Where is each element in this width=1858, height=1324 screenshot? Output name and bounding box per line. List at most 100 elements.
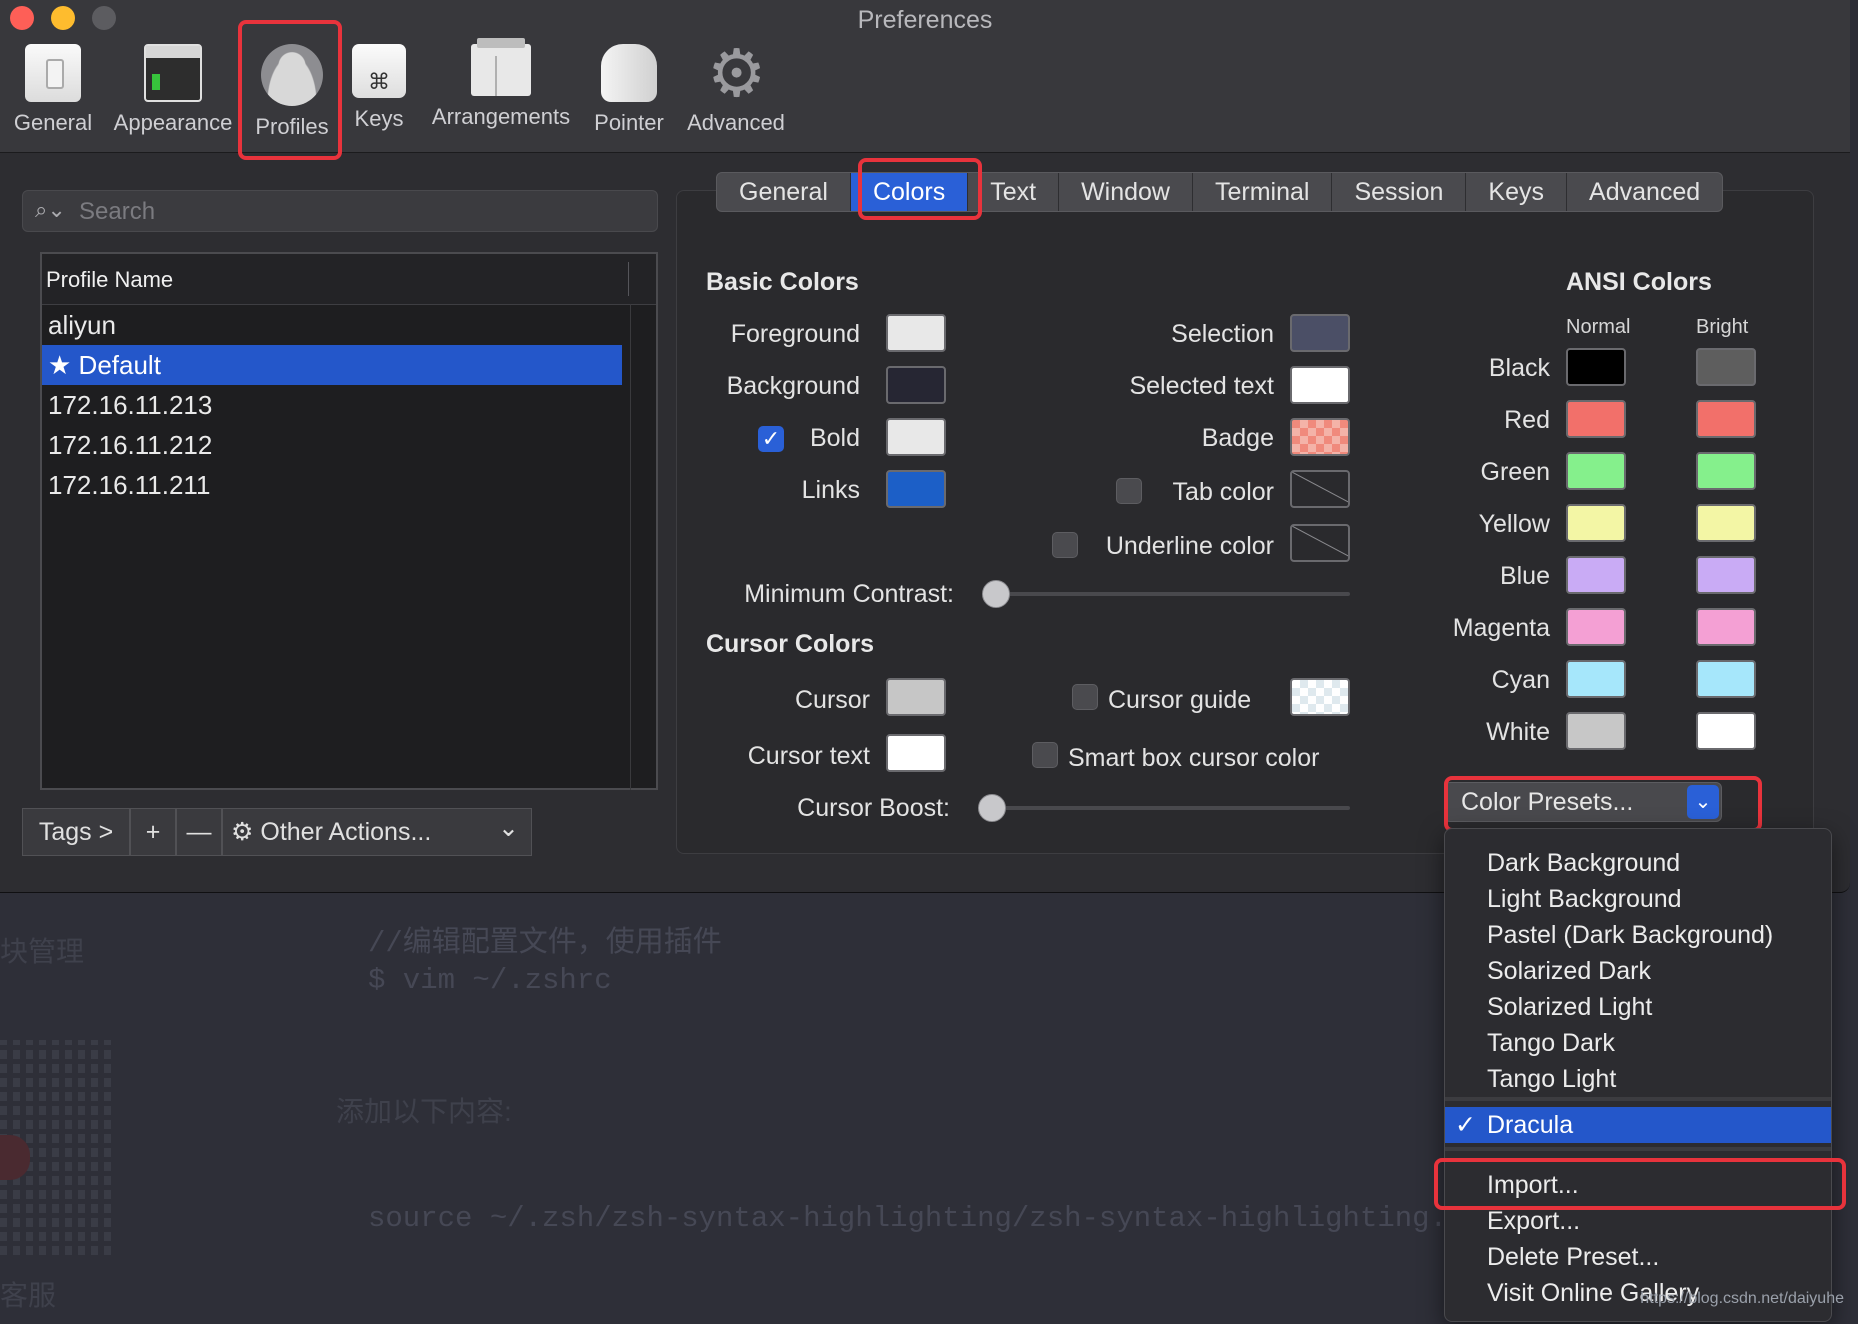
gear-icon: ⚙	[231, 818, 254, 846]
smart-box-cursor-label: Smart box cursor color	[1068, 744, 1320, 772]
toolbar-general[interactable]: General	[10, 44, 96, 136]
background-side-text: 块管理	[0, 936, 85, 967]
cursor-colors-heading: Cursor Colors	[706, 630, 875, 658]
ansi-blue-normal-swatch[interactable]	[1566, 556, 1626, 594]
foreground-color-swatch[interactable]	[886, 314, 946, 352]
links-color-swatch[interactable]	[886, 470, 946, 508]
ansi-magenta-normal-swatch[interactable]	[1566, 608, 1626, 646]
profile-row-212[interactable]: 172.16.11.212	[42, 425, 622, 465]
profile-row-211[interactable]: 172.16.11.211	[42, 465, 622, 505]
profile-row-default[interactable]: ★ Default	[42, 345, 622, 385]
underline-color-label: Underline color	[1105, 532, 1274, 560]
menu-item-solarized-light[interactable]: Solarized Light	[1445, 989, 1831, 1025]
cursor-color-swatch[interactable]	[886, 678, 946, 716]
star-icon: ★	[48, 350, 72, 380]
menu-item-solarized-dark[interactable]: Solarized Dark	[1445, 953, 1831, 989]
profile-name-column: Profile Name	[46, 267, 174, 292]
command-key-icon: ⌘	[352, 44, 406, 98]
ansi-magenta-bright-swatch[interactable]	[1696, 608, 1756, 646]
tab-advanced[interactable]: Advanced	[1567, 173, 1722, 211]
ansi-red-normal-swatch[interactable]	[1566, 400, 1626, 438]
toolbar-advanced[interactable]: ⚙ Advanced	[682, 36, 790, 136]
menu-item-dark-background[interactable]: Dark Background	[1445, 845, 1831, 881]
background-side-text-bottom: 客服	[0, 1280, 57, 1311]
profile-list-header[interactable]: Profile Name	[42, 254, 656, 305]
ansi-green-bright-swatch[interactable]	[1696, 452, 1756, 490]
appearance-terminal-icon	[144, 44, 202, 102]
cursor-boost-slider-knob[interactable]	[978, 794, 1006, 822]
add-profile-button[interactable]: +	[130, 808, 176, 856]
ansi-red-bright-swatch[interactable]	[1696, 400, 1756, 438]
color-presets-menu: Dark Background Light Background Pastel …	[1444, 828, 1832, 1322]
tab-terminal[interactable]: Terminal	[1193, 173, 1333, 211]
selection-color-swatch[interactable]	[1290, 314, 1350, 352]
import-highlight-box	[1434, 1158, 1846, 1210]
tab-keys[interactable]: Keys	[1466, 173, 1568, 211]
ansi-yellow-label: Yellow	[1478, 510, 1550, 538]
ansi-yellow-normal-swatch[interactable]	[1566, 504, 1626, 542]
selected-text-label: Selected text	[1129, 372, 1274, 400]
ansi-black-normal-swatch[interactable]	[1566, 348, 1626, 386]
other-actions-button[interactable]: ⚙ Other Actions... ⌄	[222, 808, 532, 856]
gear-icon: ⚙	[707, 36, 767, 110]
chevron-down-icon: ⌄	[498, 814, 519, 842]
ansi-bright-header: Bright	[1696, 316, 1749, 338]
menu-item-pastel-dark-background[interactable]: Pastel (Dark Background)	[1445, 917, 1831, 953]
toolbar-arrangements-label: Arrangements	[431, 104, 571, 129]
badge-label: Badge	[1201, 424, 1274, 452]
bold-color-swatch[interactable]	[886, 418, 946, 456]
cursor-guide-color-swatch[interactable]	[1290, 678, 1350, 716]
background-color-swatch[interactable]	[886, 366, 946, 404]
tab-general[interactable]: General	[717, 173, 851, 211]
ansi-blue-bright-swatch[interactable]	[1696, 556, 1756, 594]
selection-label: Selection	[1171, 320, 1274, 348]
cursor-text-color-swatch[interactable]	[886, 734, 946, 772]
profile-row-aliyun[interactable]: aliyun	[42, 305, 622, 345]
minimum-contrast-slider-knob[interactable]	[982, 580, 1010, 608]
cursor-boost-label: Cursor Boost:	[797, 794, 950, 822]
menu-item-dracula[interactable]: ✓ Dracula	[1445, 1107, 1831, 1143]
preferences-window: Preferences General Appearance Profiles …	[0, 0, 1850, 893]
menu-item-light-background[interactable]: Light Background	[1445, 881, 1831, 917]
menu-separator	[1445, 1147, 1831, 1151]
profile-list: Profile Name aliyun ★ Default 172.16.11.…	[40, 252, 658, 790]
ansi-black-bright-swatch[interactable]	[1696, 348, 1756, 386]
menu-item-dracula-label: Dracula	[1487, 1111, 1574, 1139]
ansi-cyan-bright-swatch[interactable]	[1696, 660, 1756, 698]
remove-profile-button[interactable]: —	[176, 808, 222, 856]
profile-row-213[interactable]: 172.16.11.213	[42, 385, 622, 425]
underline-color-swatch[interactable]	[1290, 524, 1350, 562]
tags-button[interactable]: Tags >	[22, 808, 130, 856]
tab-color-swatch[interactable]	[1290, 470, 1350, 508]
tab-window[interactable]: Window	[1059, 173, 1193, 211]
menu-item-tango-dark[interactable]: Tango Dark	[1445, 1025, 1831, 1061]
ansi-green-normal-swatch[interactable]	[1566, 452, 1626, 490]
menu-item-tango-light[interactable]: Tango Light	[1445, 1061, 1831, 1097]
cursor-boost-slider[interactable]	[978, 794, 1350, 822]
tab-session[interactable]: Session	[1332, 173, 1467, 211]
menu-item-delete-preset[interactable]: Delete Preset...	[1445, 1239, 1831, 1275]
ansi-normal-header: Normal	[1566, 316, 1631, 338]
search-input[interactable]	[77, 195, 641, 229]
toolbar-advanced-label: Advanced	[687, 110, 785, 135]
ansi-black-label: Black	[1488, 354, 1550, 382]
toolbar-appearance[interactable]: Appearance	[110, 44, 236, 136]
ansi-white-bright-swatch[interactable]	[1696, 712, 1756, 750]
cursor-label: Cursor	[794, 686, 870, 714]
badge-color-swatch[interactable]	[1290, 418, 1350, 456]
ansi-cyan-normal-swatch[interactable]	[1566, 660, 1626, 698]
toolbar-keys[interactable]: ⌘ Keys	[346, 44, 412, 132]
cursor-guide-checkbox[interactable]	[1072, 684, 1098, 710]
smart-box-cursor-checkbox[interactable]	[1032, 742, 1058, 768]
toolbar-pointer[interactable]: Pointer	[588, 44, 670, 136]
minimum-contrast-slider[interactable]	[982, 580, 1350, 608]
background-heading: 添加以下内容:	[336, 1096, 512, 1127]
search-icon: ⌕⌄	[35, 197, 66, 222]
cursor-text-label: Cursor text	[747, 742, 870, 770]
ansi-magenta-label: Magenta	[1452, 614, 1550, 642]
ansi-yellow-bright-swatch[interactable]	[1696, 504, 1756, 542]
selected-text-color-swatch[interactable]	[1290, 366, 1350, 404]
toolbar-arrangements[interactable]: Arrangements	[426, 38, 576, 130]
ansi-white-normal-swatch[interactable]	[1566, 712, 1626, 750]
cursor-guide-label: Cursor guide	[1108, 686, 1252, 714]
